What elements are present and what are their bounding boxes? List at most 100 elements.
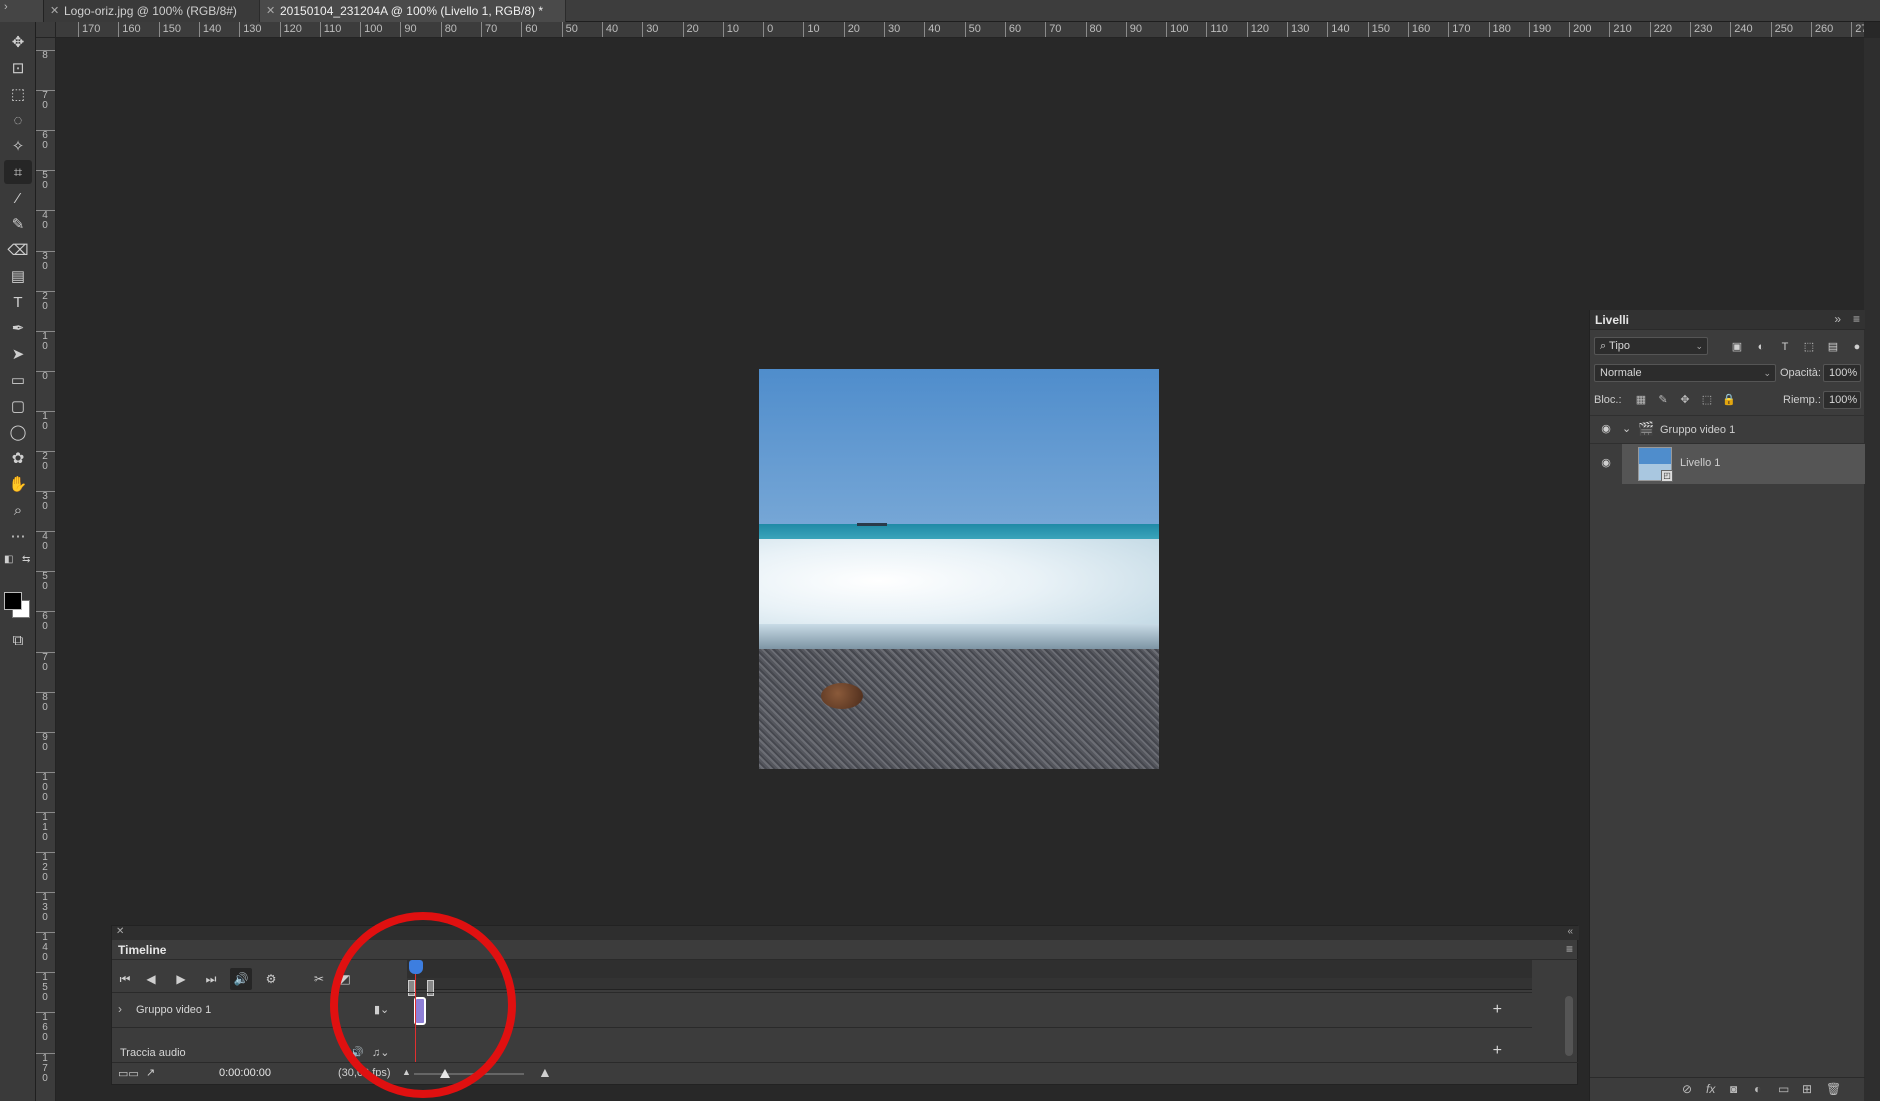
panel-title: Timeline (118, 943, 167, 957)
blend-mode-select[interactable]: Normale ⌄ (1594, 364, 1776, 382)
ruler-tick-label: 270 (1851, 22, 1864, 37)
opacity-input[interactable]: 100% (1823, 364, 1861, 382)
lock-all-icon[interactable]: 🔒 (1721, 392, 1737, 408)
visibility-eye-icon[interactable]: ◉ (1598, 456, 1614, 472)
fx-icon[interactable]: fx (1706, 1082, 1715, 1096)
swap-colors-icon[interactable]: ⇆ (22, 554, 30, 565)
layer-row-livello-1[interactable]: ◉ ◰ Livello 1 (1590, 443, 1865, 484)
settings-gear-icon[interactable]: ⚙ (260, 968, 282, 990)
brush-tool-icon[interactable]: ✎ (4, 212, 32, 236)
go-to-first-frame-icon[interactable]: ⏮ (114, 968, 136, 990)
layer-row-group[interactable]: ◉ ⌄ 🎬 Gruppo video 1 (1590, 415, 1865, 443)
tab-active-document[interactable]: ✕ 20150104_231204A @ 100% (Livello 1, RG… (260, 0, 566, 22)
work-area-bar[interactable] (407, 978, 1532, 990)
panel-menu-icon[interactable]: ≡ (1853, 312, 1860, 326)
collapse-panel-icon[interactable]: « (1567, 926, 1573, 937)
previous-frame-icon[interactable]: ◀ (140, 968, 162, 990)
document-canvas[interactable] (759, 369, 1159, 769)
ruler-tick-label: 20 (36, 290, 55, 312)
tab-logo-oriz[interactable]: ✕ Logo-oriz.jpg @ 100% (RGB/8#) (44, 0, 260, 22)
zoom-tool-icon[interactable]: ⌕ (4, 498, 32, 522)
fill-value: 100% (1829, 394, 1858, 406)
gradient-tool-icon[interactable]: ▤ (4, 264, 32, 288)
eraser-tool-icon[interactable]: ⌫ (4, 238, 32, 262)
eyedropper-tool-icon[interactable]: ⁄ (4, 186, 32, 210)
video-track-row[interactable]: › Gruppo video 1 ▮⌄ + (112, 992, 1532, 1028)
move-tool-icon[interactable]: ✥ (4, 30, 32, 54)
lock-position-icon[interactable]: ✥ (1677, 392, 1693, 408)
add-media-plus-icon[interactable]: + (1493, 1001, 1502, 1019)
ruler-tick-label: 80 (1085, 22, 1102, 37)
crop-tool-icon[interactable]: ⌗ (4, 160, 32, 184)
tools-panel: ✥ ⊡ ⬚ ◌ ✧ ⌗ ⁄ ✎ ⌫ ▤ T ✒ ➤ ▭ ▢ ◯ ✿ ✋ ⌕ ⋯ … (0, 22, 36, 1101)
link-layers-icon[interactable]: ⊘ (1682, 1082, 1692, 1096)
zoom-in-icon[interactable]: ▲ (538, 1064, 552, 1080)
add-audio-plus-icon[interactable]: + (1493, 1042, 1502, 1060)
new-layer-icon[interactable]: ⊞ (1802, 1082, 1812, 1096)
chevron-right-icon[interactable]: › (118, 1002, 122, 1016)
lock-transparency-icon[interactable]: ▦ (1633, 392, 1649, 408)
layer-filter-select[interactable]: ⌕ Tipo ⌄ (1594, 337, 1708, 355)
audio-toggle-icon[interactable]: 🔊 (230, 968, 252, 990)
adjustment-layer-icon[interactable]: ◐ (1754, 1082, 1761, 1096)
path-selection-tool-icon[interactable]: ➤ (4, 342, 32, 366)
rounded-rectangle-tool-icon[interactable]: ▢ (4, 394, 32, 418)
pen-tool-icon[interactable]: ✒ (4, 316, 32, 340)
smart-object-badge-icon: ◰ (1661, 470, 1673, 482)
close-icon[interactable]: ✕ (266, 0, 275, 22)
render-video-icon[interactable]: ↗ (146, 1066, 155, 1079)
play-icon[interactable]: ▶ (170, 968, 192, 990)
ruler-tick-label: 0 (763, 22, 773, 37)
ruler-origin[interactable] (36, 22, 56, 38)
filter-type-icon[interactable]: T (1776, 338, 1794, 356)
panel-collapse-icon[interactable]: › (0, 0, 44, 22)
close-icon[interactable]: ✕ (116, 926, 124, 937)
more-tools-icon[interactable]: ⋯ (4, 524, 32, 548)
lock-pixels-icon[interactable]: ✎ (1655, 392, 1671, 408)
default-colors-icon[interactable]: ◧ (4, 554, 13, 565)
time-ruler[interactable] (407, 960, 1532, 978)
hand-tool-icon[interactable]: ✋ (4, 472, 32, 496)
close-icon[interactable]: ✕ (50, 0, 59, 22)
lock-label: Bloc.: (1594, 394, 1622, 406)
filter-shape-icon[interactable]: ⬚ (1800, 338, 1818, 356)
panel-menu-icon[interactable]: ≡ (1566, 942, 1573, 956)
convert-to-frames-icon[interactable]: ▭▭ (118, 1067, 139, 1080)
ruler-tick-label: 50 (36, 571, 55, 592)
ruler-tick-label: 8 (36, 50, 55, 61)
trash-icon[interactable]: 🗑 (1826, 1082, 1841, 1096)
vertical-ruler[interactable]: 8706050403020100102030405060708090100110… (36, 38, 56, 1101)
foreground-color-swatch[interactable] (4, 592, 22, 610)
filter-toggle-icon[interactable]: ● (1848, 338, 1866, 356)
visibility-eye-icon[interactable]: ◉ (1598, 422, 1614, 438)
custom-shape-tool-icon[interactable]: ✿ (4, 446, 32, 470)
lasso-tool-icon[interactable]: ◌ (4, 108, 32, 132)
ruler-tick-label: 130 (239, 22, 262, 37)
filter-smart-object-icon[interactable]: ▤ (1824, 338, 1842, 356)
timeline-scrollbar[interactable] (1565, 996, 1573, 1056)
add-mask-icon[interactable]: ◙ (1730, 1082, 1737, 1096)
split-scissors-icon[interactable]: ✂ (308, 968, 330, 990)
layers-panel-header: Livelli » ≡ (1590, 310, 1865, 330)
artboard-tool-icon[interactable]: ⊡ (4, 56, 32, 80)
collapse-panel-icon[interactable]: » (1834, 312, 1841, 326)
magic-wand-tool-icon[interactable]: ✧ (4, 134, 32, 158)
filter-adjustment-icon[interactable]: ◐ (1752, 338, 1770, 356)
marquee-tool-icon[interactable]: ⬚ (4, 82, 32, 106)
horizontal-ruler[interactable]: 170 160 150 140 130 120 110 100 90 80 70 60 50 40 30 20… (56, 22, 1864, 38)
ellipse-tool-icon[interactable]: ◯ (4, 420, 32, 444)
fill-input[interactable]: 100% (1823, 391, 1861, 409)
photoshop-window: › ✕ Logo-oriz.jpg @ 100% (RGB/8#) ✕ 2015… (0, 0, 1880, 1101)
ruler-tick-label: 130 (36, 892, 55, 923)
rectangle-tool-icon[interactable]: ▭ (4, 368, 32, 392)
type-tool-icon[interactable]: T (4, 290, 32, 314)
next-frame-icon[interactable]: ⏭ (200, 968, 222, 990)
lock-artboard-icon[interactable]: ⬚ (1699, 392, 1715, 408)
new-group-icon[interactable]: ▭ (1778, 1082, 1789, 1096)
screen-mode-icon[interactable]: ⧉ (4, 628, 32, 652)
ruler-tick-label: 160 (1407, 22, 1430, 37)
audio-track-row[interactable]: Traccia audio 🔊 ♫⌄ + (112, 1042, 1532, 1064)
filter-pixel-icon[interactable]: ▣ (1728, 338, 1746, 356)
chevron-down-icon[interactable]: ⌄ (1622, 422, 1631, 435)
ruler-tick-label: 250 (1770, 22, 1793, 37)
